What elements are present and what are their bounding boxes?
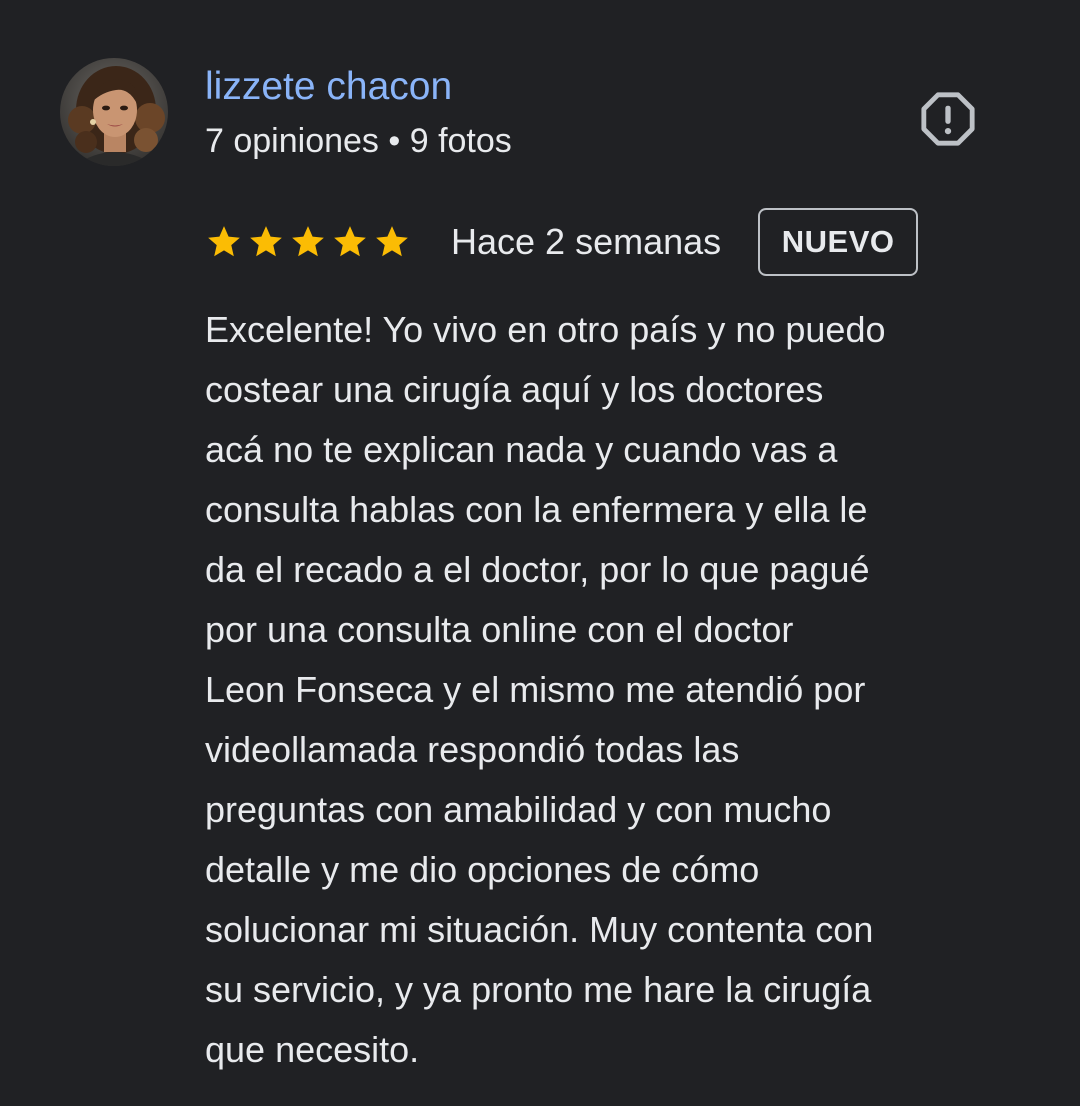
new-badge: NUEVO	[758, 208, 919, 276]
star-rating	[205, 223, 411, 261]
author-name-link[interactable]: lizzete chacon	[205, 62, 452, 112]
review-text-line: su servicio, y ya pronto me hare la ciru…	[205, 969, 872, 1010]
star-icon	[292, 226, 324, 257]
star-icon	[208, 226, 240, 257]
review-text-line: detalle y me dio opciones de cómo	[205, 849, 760, 890]
user-photo-avatar-icon	[60, 58, 168, 166]
review-text-line: consulta hablas con la enfermera y ella …	[205, 489, 868, 530]
review-text-line: preguntas con amabilidad y con mucho	[205, 789, 832, 830]
report-flag-icon	[921, 92, 975, 146]
author-meta: 7 opiniones • 9 fotos	[205, 122, 512, 160]
review-text-line: da el recado a el doctor, por lo que pag…	[205, 549, 870, 590]
star-icon	[334, 226, 366, 257]
review-text-line: Leon Fonseca y el mismo me atendió por	[205, 669, 866, 710]
review-text-line: Excelente! Yo vivo en otro país y no pue…	[205, 309, 886, 350]
review-text-line: por una consulta online con el doctor	[205, 609, 794, 650]
review-text-line: que necesito.	[205, 1029, 420, 1070]
avatar[interactable]	[60, 58, 168, 166]
review-card: lizzete chacon 7 opiniones • 9 fotos Hac…	[0, 0, 1080, 1106]
star-icon	[250, 226, 282, 257]
rating-row: Hace 2 semanas NUEVO	[205, 206, 919, 278]
review-text-line: costear una cirugía aquí y los doctores	[205, 369, 824, 410]
review-text-line: videollamada respondió todas las	[205, 729, 740, 770]
report-button[interactable]	[915, 90, 981, 148]
review-text: Excelente! Yo vivo en otro país y no pue…	[205, 300, 1035, 1080]
review-text-line: solucionar mi situación. Muy contenta co…	[205, 909, 874, 950]
star-icon	[376, 226, 408, 257]
review-text-line: acá no te explican nada y cuando vas a	[205, 429, 838, 470]
review-date: Hace 2 semanas	[451, 221, 722, 262]
